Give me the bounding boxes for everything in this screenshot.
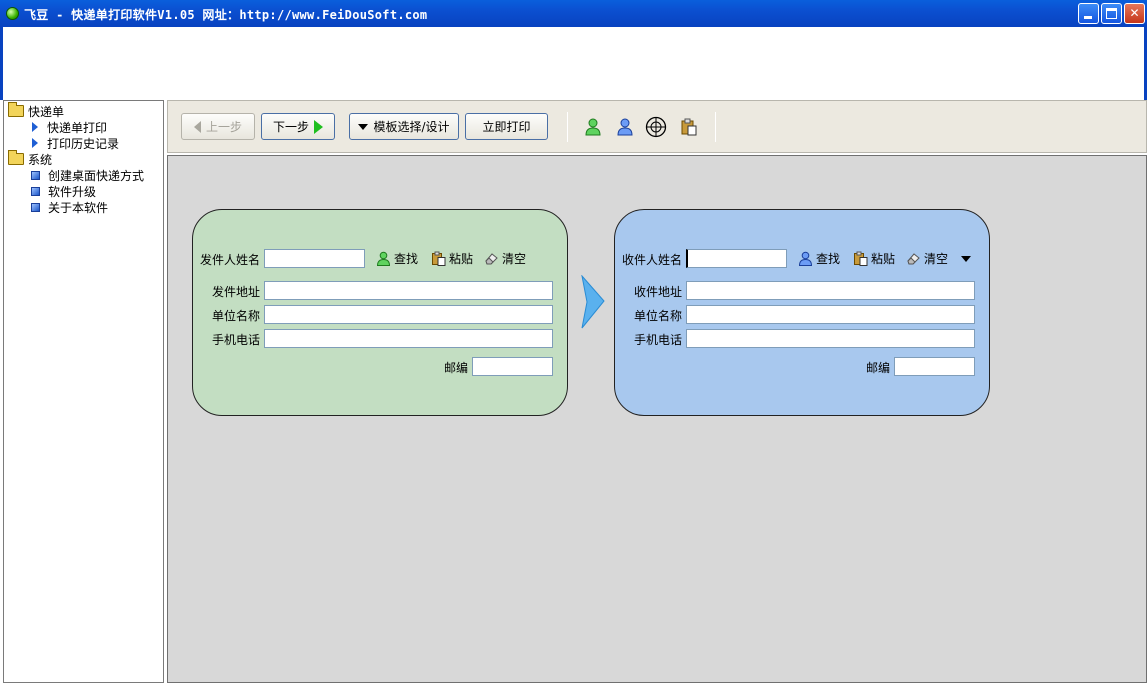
title-bar[interactable]: 飞豆 - 快递单打印软件V1.05 网址：http://www.FeiDouSo… <box>0 0 1147 27</box>
sender-company-label: 单位名称 <box>212 309 261 323</box>
sender-clear-label: 清空 <box>502 252 527 266</box>
tree-node-print[interactable]: 快递单打印 <box>30 119 107 135</box>
receiver-zip-label: 邮编 <box>866 361 891 375</box>
prev-step-label: 上一步 <box>205 120 242 134</box>
user-green-icon <box>376 251 391 266</box>
arrow-icon <box>32 138 38 148</box>
prev-step-button[interactable]: 上一步 <box>181 113 255 140</box>
print-now-button[interactable]: 立即打印 <box>465 113 548 140</box>
paste-icon <box>854 251 868 266</box>
maximize-icon <box>1106 8 1117 19</box>
receiver-phone-input[interactable] <box>686 329 975 348</box>
tree-node-history[interactable]: 打印历史记录 <box>30 135 119 151</box>
tree-node-upgrade[interactable]: 软件升级 <box>30 183 96 199</box>
tree-node-about[interactable]: 关于本软件 <box>30 199 108 215</box>
sender-address-label: 发件地址 <box>212 285 261 299</box>
eraser-icon <box>907 253 920 265</box>
header-blank-area <box>0 27 1147 100</box>
maximize-button[interactable] <box>1101 3 1122 24</box>
tree-node-system[interactable]: 系统 <box>8 150 53 167</box>
sender-panel: 发件人姓名 查找 粘贴 清空 发件地址 单位名称 手机电话 邮编 <box>192 209 568 416</box>
sender-zip-input[interactable] <box>472 357 553 376</box>
receiver-company-label: 单位名称 <box>634 309 683 323</box>
tree-node-express[interactable]: 快递单 <box>8 102 65 119</box>
paste-icon[interactable] <box>680 118 698 136</box>
arrow-right-icon <box>581 275 605 329</box>
square-icon <box>31 202 40 212</box>
tree-node-label: 关于本软件 <box>48 200 109 215</box>
tree-node-label: 软件升级 <box>48 184 97 199</box>
paste-icon <box>432 251 446 266</box>
next-step-button[interactable]: 下一步 <box>261 113 335 140</box>
tree-node-label: 快递单 <box>28 104 65 119</box>
tree-node-label: 快递单打印 <box>47 120 108 135</box>
template-select-label: 模板选择/设计 <box>373 120 450 134</box>
receiver-name-input[interactable] <box>686 249 787 268</box>
receiver-name-label: 收件人姓名 <box>622 253 683 267</box>
receiver-find-button[interactable]: 查找 <box>798 250 840 267</box>
sender-zip-label: 邮编 <box>444 361 469 375</box>
sidebar-tree[interactable]: 快递单 快递单打印 打印历史记录 系统 创建桌面快递方式 软件升级 关于本软件 <box>3 100 164 683</box>
sender-find-label: 查找 <box>394 252 419 266</box>
receiver-find-label: 查找 <box>816 252 841 266</box>
sender-clear-button[interactable]: 清空 <box>484 250 526 267</box>
arrow-left-icon <box>193 120 201 133</box>
receiver-paste-label: 粘贴 <box>871 252 896 266</box>
dropdown-arrow-icon <box>358 123 369 130</box>
sender-paste-button[interactable]: 粘贴 <box>431 250 473 267</box>
print-now-label: 立即打印 <box>482 120 531 134</box>
tree-node-label: 打印历史记录 <box>47 136 120 151</box>
sender-name-label: 发件人姓名 <box>200 253 261 267</box>
close-button[interactable]: ✕ <box>1124 3 1145 24</box>
app-icon <box>6 7 19 20</box>
toolbar: 上一步 下一步 模板选择/设计 立即打印 <box>167 100 1147 153</box>
tree-node-label: 创建桌面快递方式 <box>48 168 145 183</box>
minimize-icon <box>1084 16 1092 19</box>
toolbar-separator <box>567 112 568 142</box>
content-canvas: 发件人姓名 查找 粘贴 清空 发件地址 单位名称 手机电话 邮编 收件人姓名 查… <box>167 155 1147 683</box>
receiver-address-label: 收件地址 <box>634 285 683 299</box>
receiver-clear-button[interactable]: 清空 <box>906 250 948 267</box>
receiver-paste-button[interactable]: 粘贴 <box>853 250 895 267</box>
receiver-phone-label: 手机电话 <box>634 333 683 347</box>
receiver-clear-label: 清空 <box>924 252 949 266</box>
sender-paste-label: 粘贴 <box>449 252 474 266</box>
receiver-company-input[interactable] <box>686 305 975 324</box>
window-title: 飞豆 - 快递单打印软件V1.05 网址：http://www.FeiDouSo… <box>24 8 428 22</box>
folder-icon <box>8 150 24 165</box>
receiver-address-input[interactable] <box>686 281 975 300</box>
receiver-panel: 收件人姓名 查找 粘贴 清空 收件地址 单位名称 手机电话 邮编 <box>614 209 990 416</box>
sender-name-input[interactable] <box>264 249 365 268</box>
sender-phone-label: 手机电话 <box>212 333 261 347</box>
eraser-icon <box>485 253 498 265</box>
user-blue-icon <box>798 251 813 266</box>
tree-node-desktop-shortcut[interactable]: 创建桌面快递方式 <box>30 167 144 183</box>
sender-find-button[interactable]: 查找 <box>376 250 418 267</box>
arrow-icon <box>32 122 38 132</box>
sender-phone-input[interactable] <box>264 329 553 348</box>
template-select-button[interactable]: 模板选择/设计 <box>349 113 459 140</box>
user-blue-icon[interactable] <box>616 118 634 136</box>
folder-icon <box>8 102 24 117</box>
close-icon: ✕ <box>1129 6 1140 20</box>
square-icon <box>31 186 40 196</box>
user-green-icon[interactable] <box>584 118 602 136</box>
receiver-dropdown-icon[interactable] <box>961 256 971 262</box>
sender-company-input[interactable] <box>264 305 553 324</box>
arrow-right-icon <box>314 119 323 134</box>
crosshair-icon[interactable] <box>645 116 667 138</box>
minimize-button[interactable] <box>1078 3 1099 24</box>
toolbar-separator <box>715 112 716 142</box>
receiver-zip-input[interactable] <box>894 357 975 376</box>
tree-node-label: 系统 <box>28 152 53 167</box>
next-step-label: 下一步 <box>272 120 309 134</box>
square-icon <box>31 170 40 180</box>
sender-address-input[interactable] <box>264 281 553 300</box>
